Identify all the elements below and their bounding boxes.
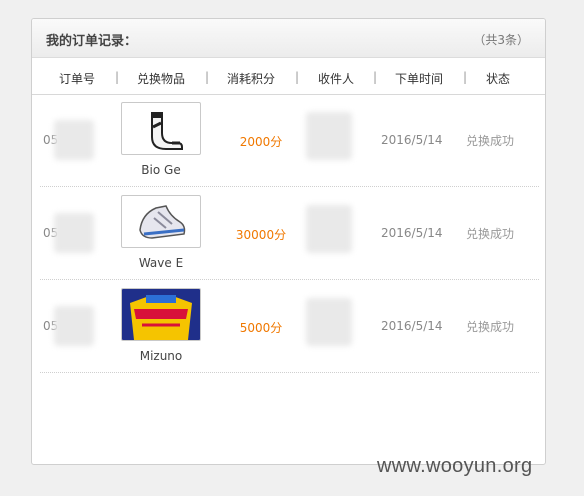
order-row: 05 13 Bio Ge 2000分 2016/5/14 兑换成功 — [40, 94, 539, 187]
item-thumbnail[interactable] — [121, 102, 201, 155]
column-separator: | — [373, 70, 378, 84]
order-date: 2016/5/14 — [381, 319, 443, 333]
item-thumbnail[interactable] — [121, 288, 201, 341]
column-item: 兑换物品 — [137, 72, 186, 86]
order-status: 兑换成功 — [466, 320, 515, 334]
jersey-icon — [122, 289, 200, 340]
order-history-panel: 我的订单记录： （共3条） 订单号 | 兑换物品 | 消耗积分 | 收件人 | … — [31, 18, 546, 465]
column-separator: | — [205, 70, 210, 84]
watermark: www.wooyun.org — [377, 455, 533, 477]
sock-icon — [151, 112, 183, 150]
column-order-time: 下单时间 — [395, 72, 444, 86]
column-separator: | — [295, 70, 300, 84]
column-status: 状态 — [486, 72, 511, 86]
panel-header: 我的订单记录： （共3条） — [32, 19, 545, 58]
redaction-blur — [54, 120, 94, 160]
points-cost: 2000分 — [239, 135, 283, 149]
running-shoe-icon — [139, 205, 186, 239]
redaction-blur — [306, 112, 352, 160]
redaction-blur — [54, 213, 94, 253]
points-cost: 30000分 — [235, 228, 287, 242]
column-receiver: 收件人 — [318, 72, 355, 86]
column-order-no: 订单号 — [59, 72, 96, 86]
order-date: 2016/5/14 — [381, 133, 443, 147]
item-name: Wave E — [138, 256, 184, 270]
item-name: Bio Ge — [141, 163, 181, 177]
column-points: 消耗积分 — [227, 72, 276, 86]
order-row: 05 59 Mizuno 5000分 2016/5/14 兑换成功 — [40, 280, 539, 373]
order-date: 2016/5/14 — [381, 226, 443, 240]
column-separator: | — [115, 70, 120, 84]
column-separator: | — [463, 70, 468, 84]
item-thumbnail[interactable] — [121, 195, 201, 248]
redaction-blur — [306, 298, 352, 346]
order-status: 兑换成功 — [466, 134, 515, 148]
panel-title: 我的订单记录： — [46, 34, 138, 49]
redaction-blur — [306, 205, 352, 253]
order-row: 05 3 Wave E 30000分 2016/5/14 兑换成功 — [40, 187, 539, 280]
item-name: Mizuno — [139, 349, 183, 363]
redaction-blur — [54, 306, 94, 346]
points-cost: 5000分 — [239, 321, 283, 335]
order-count: （共3条） — [473, 33, 529, 47]
order-status: 兑换成功 — [466, 227, 515, 241]
column-header-row: 订单号 | 兑换物品 | 消耗积分 | 收件人 | 下单时间 | 状态 — [32, 58, 545, 95]
